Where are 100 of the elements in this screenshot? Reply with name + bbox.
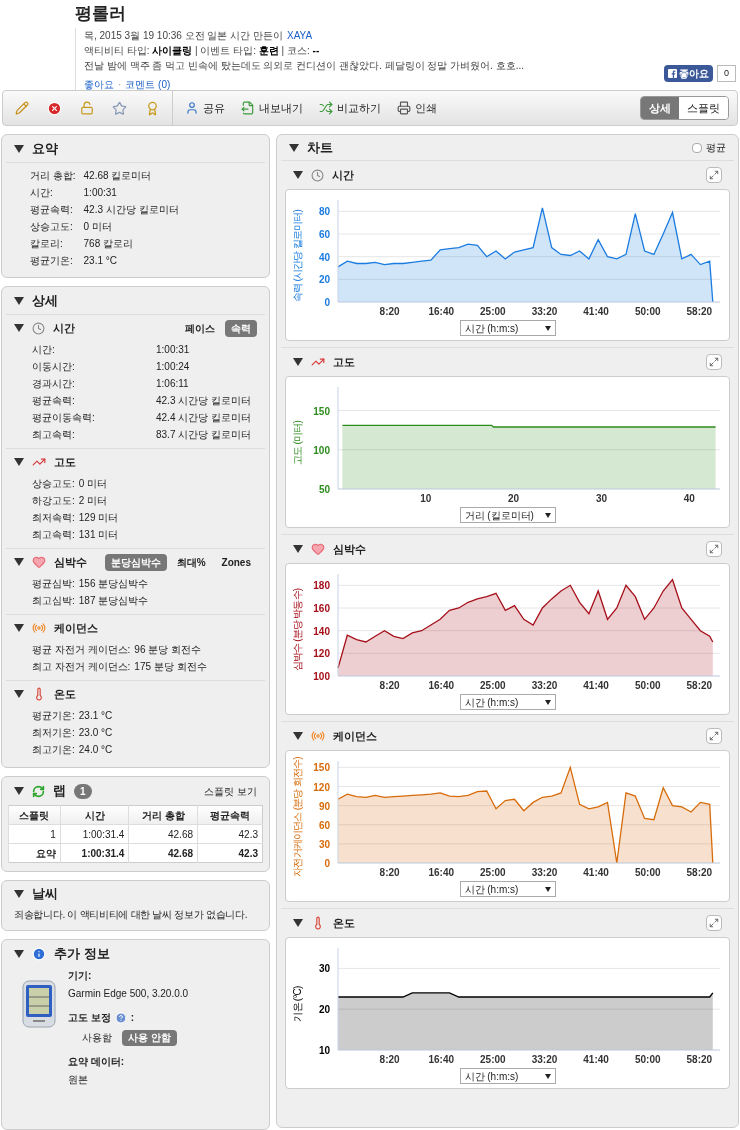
column-header: 거리 총합 [128,805,198,825]
stat-label: 최고속력: [32,428,76,442]
view-tab[interactable]: 스플릿 [679,97,728,119]
author-link[interactable]: XAYA [286,28,313,43]
y-tick-label: 140 [312,625,330,637]
expand-button[interactable] [706,915,722,931]
expand-icon [709,170,719,180]
table-cell: 1 [8,824,61,844]
caret-icon[interactable] [14,624,24,632]
caret-icon[interactable] [14,296,24,305]
x-tick-label: 58:20 [686,867,712,878]
dropdown-arrow-icon [544,512,551,518]
caret-icon[interactable] [293,919,303,927]
stat-value: 156 분당심박수 [78,577,150,591]
toolbar-action[interactable]: 공유 [185,99,225,117]
caret-icon[interactable] [14,950,24,958]
section-title: 시간 [53,320,75,336]
summary-data-value: 원본 [68,1073,89,1087]
caret-icon[interactable] [14,890,24,898]
y-tick-label: 100 [312,671,330,682]
y-tick-label: 60 [318,819,330,831]
caret-icon[interactable] [14,324,24,332]
clock-icon [311,168,324,182]
y-tick-label: 0 [323,858,330,869]
y-axis-title: 기온 (°C) [291,986,303,1022]
caret-icon[interactable] [289,143,299,152]
summary-data-label: 요약 데이터: [68,1055,126,1069]
facebook-like-button[interactable]: 좋아요 [664,64,713,82]
toggle-button[interactable]: 속력 [225,319,257,337]
axis-dropdown[interactable]: 시간 (h:m:s) [459,1068,556,1084]
caret-icon[interactable] [14,787,24,795]
panel-title: 랩 [53,782,66,801]
toggle-button[interactable]: Zones [215,553,257,571]
x-tick-label: 58:20 [686,306,712,317]
caret-icon[interactable] [14,690,24,698]
device-label: 기기: [68,969,93,983]
stat-label: 시간: [30,186,54,200]
like-link[interactable]: 좋아요 [84,77,114,92]
expand-button[interactable] [706,728,722,744]
expand-button[interactable] [706,541,722,557]
toggle-button[interactable]: 분당심박수 [104,553,167,571]
splits-link[interactable]: 스플릿 보기 [204,783,257,799]
shuffle-icon [319,101,333,115]
signal-icon [32,621,46,635]
star-icon[interactable] [112,100,127,116]
stat-value: 23.0 °C [78,726,114,740]
table-cell: 42.3 [197,843,263,863]
weather-message: 죄송합니다. 이 액티비티에 대한 날씨 정보가 없습니다. [13,908,249,922]
caret-icon[interactable] [293,732,303,740]
axis-dropdown[interactable]: 시간 (h:m:s) [459,320,556,336]
axis-dropdown[interactable]: 시간 (h:m:s) [459,694,556,710]
toolbar-action[interactable]: 인쇄 [397,99,437,117]
toggle-button[interactable]: 페이스 [179,319,221,337]
axis-dropdown[interactable]: 시간 (h:m:s) [459,881,556,897]
stat-value: 768 칼로리 [83,237,135,251]
facebook-logo-icon [668,68,677,78]
stat-value: 0 미터 [83,220,113,234]
column-header: 시간 [60,805,129,825]
heart-icon [32,555,46,569]
axis-dropdown[interactable]: 거리 (킬로미터) [459,507,556,523]
panel-title: 상세 [32,291,58,310]
x-tick-label: 50:00 [634,306,660,317]
stat-value: 2 미터 [78,494,109,508]
toolbar-action[interactable]: 비교하기 [319,99,381,117]
section-title: 온도 [54,686,76,702]
option-toggle[interactable]: 사용함 [76,1030,118,1046]
help-icon[interactable] [114,1012,127,1024]
view-tab[interactable]: 상세 [641,97,679,119]
caret-icon[interactable] [293,358,303,366]
stat-label: 평균기온: [30,254,74,268]
toolbar-action[interactable]: 내보내기 [241,99,303,117]
column-header: 평균속력 [197,805,263,825]
stat-label: 평균이동속력: [32,411,96,425]
y-axis-title: 고도 (미터) [291,421,303,465]
delete-icon[interactable] [47,100,62,116]
x-tick-label: 16:40 [427,680,454,691]
option-toggle[interactable]: 사용 안함 [122,1030,177,1046]
caret-icon[interactable] [293,545,303,553]
stat-value: 24.0 °C [78,743,114,757]
bike-computer-drawing [22,980,56,1028]
average-checkbox[interactable] [692,142,702,153]
y-tick-label: 20 [318,1004,330,1016]
comment-link[interactable]: 코멘트 (0) [125,77,171,92]
y-tick-label: 160 [312,603,330,614]
stat-label: 평균심박: [32,577,75,591]
x-tick-label: 41:40 [582,680,609,691]
elevation-correction-label: 고도 보정 [68,1011,111,1025]
caret-icon[interactable] [14,458,24,466]
toggle-button[interactable]: 최대% [170,553,212,571]
stat-value: 0 미터 [78,477,109,491]
caret-icon[interactable] [14,558,24,566]
y-tick-label: 50 [318,484,330,495]
stat-label: 상승고도: [32,477,75,491]
panel-title: 요약 [32,139,58,158]
caret-icon[interactable] [14,144,24,153]
expand-button[interactable] [706,167,722,183]
expand-button[interactable] [706,354,722,370]
caret-icon[interactable] [293,171,303,179]
panel-title: 차트 [307,138,333,157]
y-tick-label: 120 [312,781,330,793]
